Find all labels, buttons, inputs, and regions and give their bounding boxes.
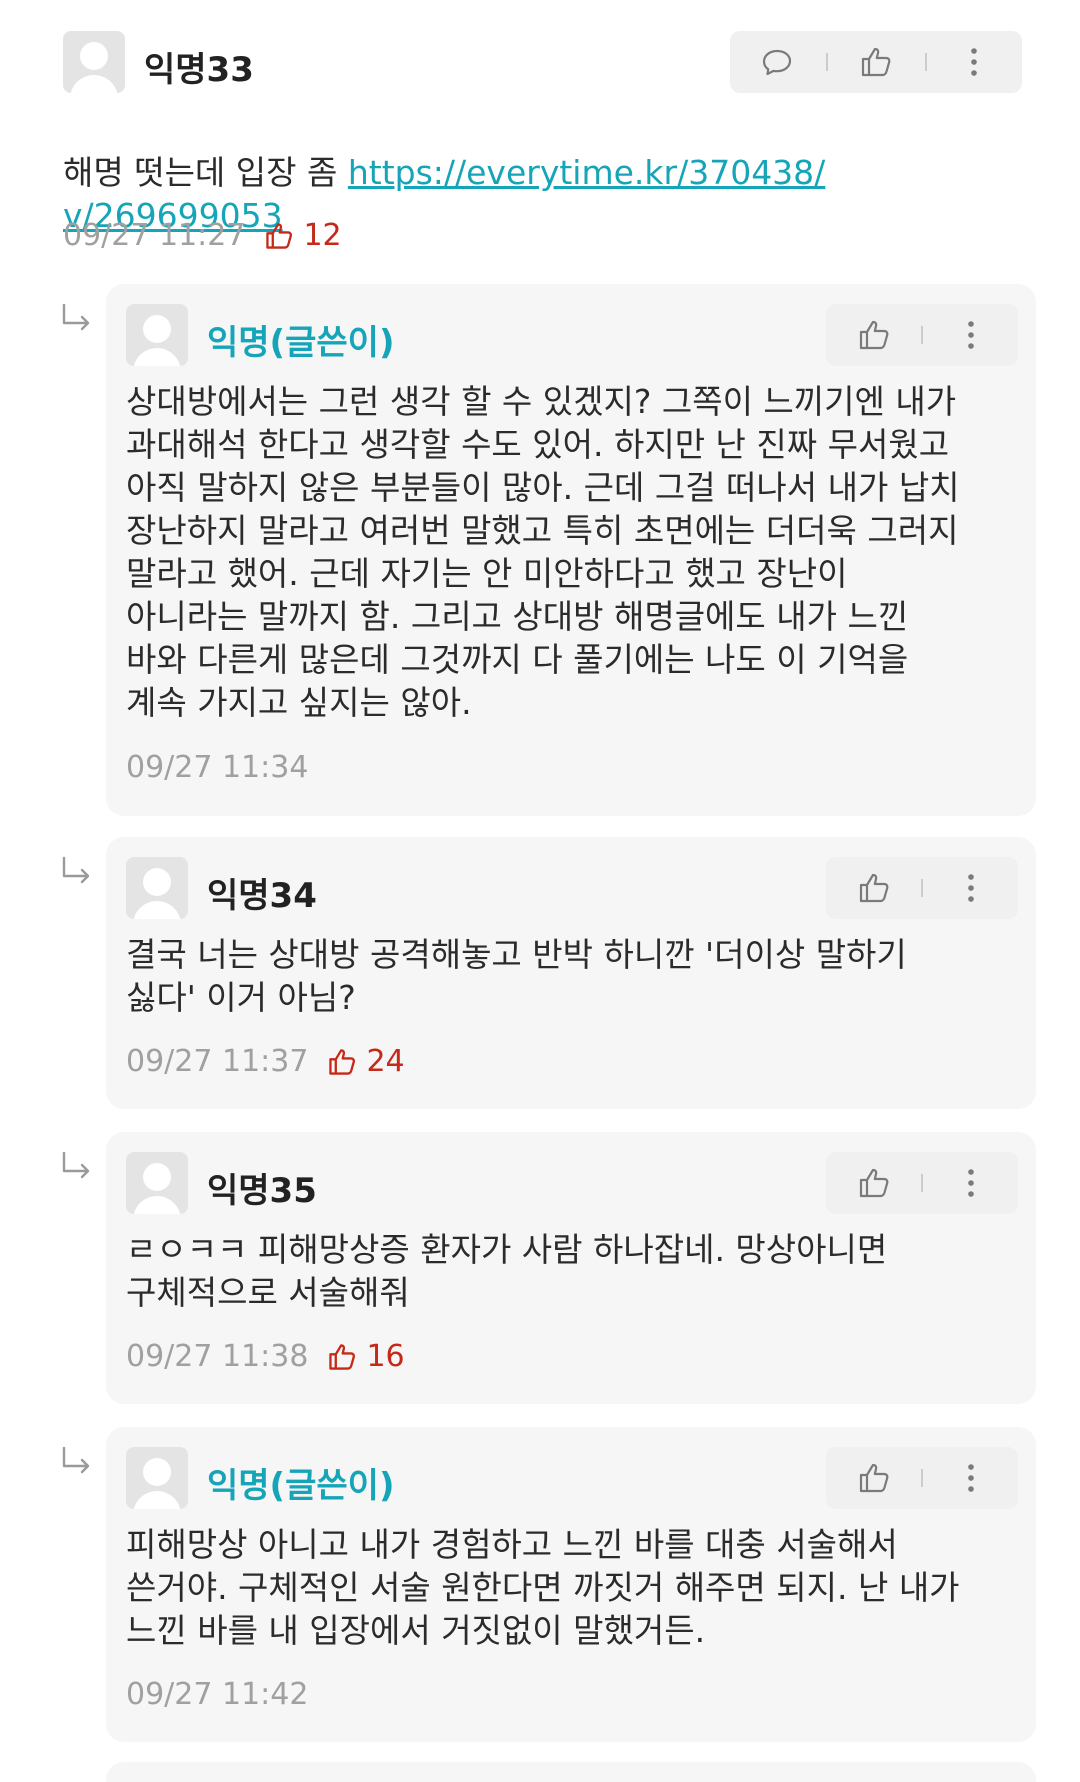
- comment-meta: 09/27 11:27 12: [63, 218, 342, 253]
- like-icon[interactable]: [858, 44, 894, 80]
- more-icon[interactable]: [953, 317, 989, 353]
- reply-arrow-icon: [62, 303, 90, 331]
- like-count-value: 12: [303, 218, 342, 253]
- reply-author: 익명35: [207, 1171, 317, 1211]
- avatar: [126, 304, 188, 366]
- like-icon: [329, 1048, 356, 1075]
- timestamp: 09/27 11:27: [63, 218, 246, 253]
- reply-text: 결국 너는 상대방 공격해놓고 반박 하니깐 '더이상 말하기 싫다' 이거 아…: [126, 935, 907, 1017]
- like-icon[interactable]: [856, 317, 892, 353]
- like-count-value: 24: [366, 1044, 405, 1079]
- timestamp: 09/27 11:42: [126, 1677, 309, 1712]
- timestamp: 09/27 11:37: [126, 1044, 309, 1079]
- reply-card: 익명34 결국 너는 상대방 공격해놓고 반박 하니깐 '더이상 말하기 싫다'…: [106, 837, 1036, 1109]
- reply-action-bar: [826, 1447, 1018, 1509]
- like-icon[interactable]: [856, 1165, 892, 1201]
- reply-arrow-icon: [62, 1151, 90, 1179]
- separator: [826, 53, 828, 71]
- like-icon[interactable]: [856, 870, 892, 906]
- reply-arrow-icon: [62, 856, 90, 884]
- separator: [925, 53, 927, 71]
- comment-author: 익명33: [144, 50, 254, 90]
- reply-arrow-icon: [62, 1446, 90, 1474]
- timestamp: 09/27 11:38: [126, 1339, 309, 1374]
- reply-meta: 09/27 11:37 24: [126, 1044, 405, 1079]
- like-count: 16: [326, 1339, 405, 1374]
- like-count: 12: [263, 218, 342, 253]
- separator: [921, 879, 923, 897]
- avatar: [126, 857, 188, 919]
- reply-card: 익명(글쓴이) 상대방에서는 그런 생각 할 수 있겠지? 그쪽이 느끼기엔 내…: [106, 284, 1036, 816]
- like-icon[interactable]: [856, 1460, 892, 1496]
- separator: [921, 326, 923, 344]
- reply-text: ㄹㅇㅋㅋ 피해망상증 환자가 사람 하나잡네. 망상아니면 구체적으로 서술해줘: [126, 1230, 888, 1312]
- reply-author: 익명34: [207, 876, 317, 916]
- reply-card: 익명(글쓴이) 피해망상 아니고 내가 경험하고 느낀 바를 대충 서술해서 쓴…: [106, 1427, 1036, 1742]
- reply-action-bar: [826, 1152, 1018, 1214]
- avatar: [126, 1447, 188, 1509]
- separator: [921, 1174, 923, 1192]
- reply-action-bar: [826, 857, 1018, 919]
- reply-meta: 09/27 11:34: [126, 750, 308, 785]
- more-icon[interactable]: [953, 870, 989, 906]
- avatar: [126, 1152, 188, 1214]
- more-icon[interactable]: [953, 1460, 989, 1496]
- reply-author: 익명(글쓴이): [207, 1466, 395, 1506]
- more-icon[interactable]: [953, 1165, 989, 1201]
- reply-text: 상대방에서는 그런 생각 할 수 있겠지? 그쪽이 느끼기엔 내가 과대해석 한…: [126, 382, 960, 722]
- like-icon: [329, 1343, 356, 1370]
- reply-action-bar: [826, 304, 1018, 366]
- timestamp: 09/27 11:34: [126, 750, 309, 785]
- comment-action-bar: [730, 31, 1022, 93]
- comment-text-lead: 해명 떳는데 입장 좀: [63, 153, 348, 192]
- reply-text: 피해망상 아니고 내가 경험하고 느낀 바를 대충 서술해서 쓴거야. 구체적인…: [126, 1525, 960, 1650]
- reply-card: 익명35 ㄹㅇㅋㅋ 피해망상증 환자가 사람 하나잡네. 망상아니면 구체적으로…: [106, 1132, 1036, 1404]
- more-icon[interactable]: [956, 44, 992, 80]
- like-icon: [266, 222, 293, 249]
- reply-author: 익명(글쓴이): [207, 323, 395, 363]
- like-count-value: 16: [366, 1339, 405, 1374]
- separator: [921, 1469, 923, 1487]
- like-count: 24: [326, 1044, 405, 1079]
- reply-icon[interactable]: [759, 44, 795, 80]
- reply-card-partial: [106, 1762, 1036, 1782]
- reply-meta: 09/27 11:42: [126, 1677, 308, 1712]
- avatar: [63, 31, 125, 93]
- reply-meta: 09/27 11:38 16: [126, 1339, 405, 1374]
